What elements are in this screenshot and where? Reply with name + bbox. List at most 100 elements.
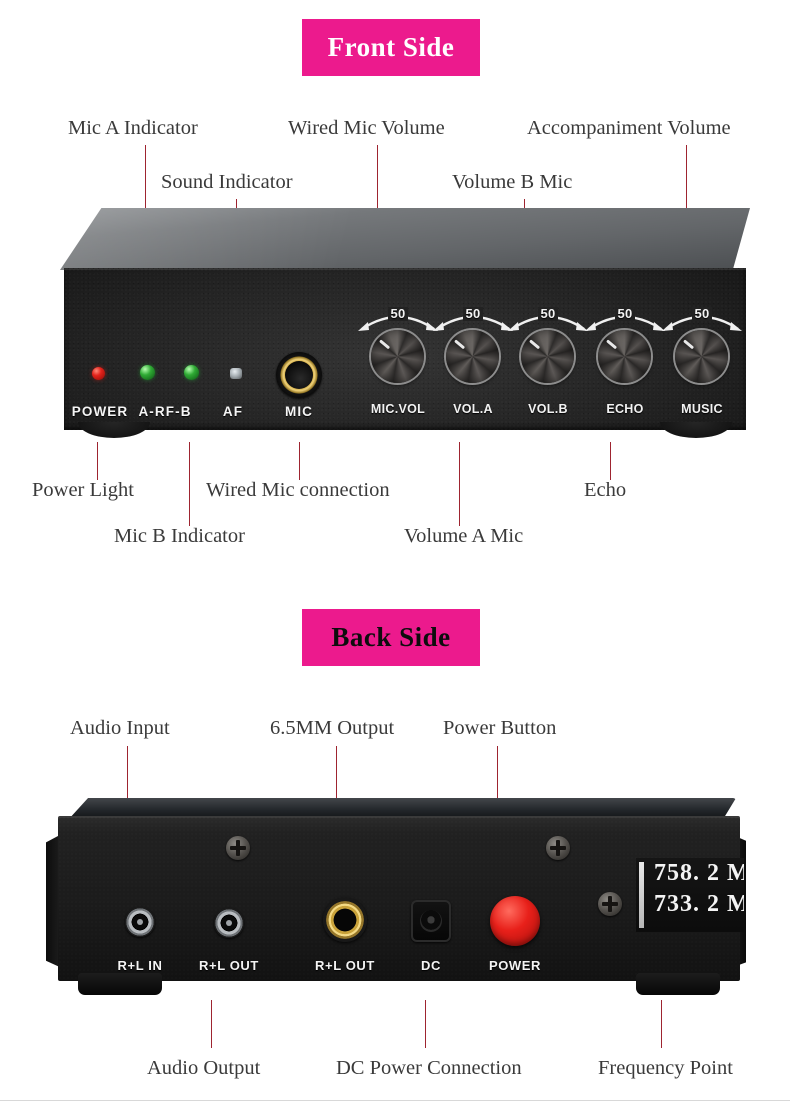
callout-label: Mic A Indicator	[68, 117, 198, 139]
callout-dc-power-connection: DC Power Connection	[336, 1058, 522, 1079]
callout-audio-input: Audio Input	[70, 718, 170, 739]
callout-label: Mic B Indicator	[114, 525, 245, 547]
knob-music[interactable]	[675, 330, 728, 383]
knob-scale-value-echo: 50	[617, 306, 633, 321]
device-foot-left	[78, 422, 150, 438]
callout-mic-b-indicator: Mic B Indicator	[114, 526, 245, 547]
callout-power-button: Power Button	[443, 718, 556, 739]
callout-volume-a-mic: Volume A Mic	[404, 526, 523, 547]
callout-accompaniment-volume: Accompaniment Volume	[527, 118, 731, 139]
rca-input-jack[interactable]	[125, 907, 155, 937]
mic-b-led	[184, 365, 199, 380]
callout-label: Echo	[584, 479, 627, 501]
dc-power-jack[interactable]	[411, 900, 451, 942]
back-label-rl-out-2: R+L OUT	[315, 958, 375, 973]
back-label-power: POWER	[488, 958, 542, 973]
leader-audio-output	[211, 1000, 213, 1048]
back-label-dc: DC	[421, 958, 441, 973]
quarter-inch-output-jack[interactable]	[323, 898, 367, 942]
callout-65mm-output: 6.5MM Output	[270, 718, 394, 739]
chassis-screw-right	[546, 836, 570, 860]
back-side-badge-label: Back Side	[331, 622, 451, 652]
leader-power-light	[97, 442, 99, 480]
frequency-display: 758. 2 M 733. 2 M	[636, 858, 744, 932]
callout-label: Audio Output	[147, 1057, 261, 1079]
knob-pointer	[606, 339, 618, 350]
leader-wired-mic-connection	[299, 442, 301, 480]
callout-label: Volume B Mic	[452, 171, 573, 193]
mic-a-led	[140, 365, 155, 380]
callout-label: DC Power Connection	[336, 1057, 522, 1079]
knob-label-echo: ECHO	[606, 402, 644, 416]
back-side-badge: Back Side	[302, 609, 480, 666]
frequency-display-line-1: 758. 2 M	[654, 860, 744, 886]
display-bezel-strip	[639, 862, 644, 928]
leader-frequency-point	[661, 1000, 663, 1048]
chassis-screw-left	[226, 836, 250, 860]
knob-label-music: MUSIC	[681, 402, 723, 416]
rca-output-jack[interactable]	[214, 908, 244, 938]
power-led	[92, 367, 105, 380]
knob-scale-value-mic-vol: 50	[390, 306, 406, 321]
knob-scale-value-music: 50	[694, 306, 710, 321]
callout-mic-a-indicator: Mic A Indicator	[68, 118, 198, 139]
back-label-rl-out-1: R+L OUT	[199, 958, 259, 973]
callout-power-light: Power Light	[32, 480, 134, 501]
callout-wired-mic-connection: Wired Mic connection	[206, 480, 390, 501]
device-back-foot-right	[636, 973, 720, 995]
callout-label: Wired Mic connection	[206, 479, 390, 501]
callout-label: Accompaniment Volume	[527, 117, 731, 139]
chassis-screw-lower	[598, 892, 622, 916]
knob-label-mic-vol: MIC.VOL	[370, 402, 426, 416]
panel-label-mic: MIC	[284, 404, 314, 419]
callout-wired-mic-volume: Wired Mic Volume	[288, 118, 445, 139]
device-back-surface: R+L IN R+L OUT R+L OUT DC POWER 758. 2 M…	[58, 816, 744, 995]
front-panel-device: POWER A-RF-B AF MIC 50 MIC.VOL 50 VOL.A …	[60, 208, 750, 440]
product-diagram: Front Side Mic A Indicator Sound Indicat…	[0, 0, 790, 1108]
callout-label: Wired Mic Volume	[288, 117, 445, 139]
frequency-display-line-2: 733. 2 M	[654, 891, 744, 917]
knob-pointer	[529, 339, 541, 350]
callout-audio-output: Audio Output	[147, 1058, 260, 1079]
power-button[interactable]	[490, 896, 540, 946]
back-panel-device: R+L IN R+L OUT R+L OUT DC POWER 758. 2 M…	[46, 798, 746, 1010]
knob-pointer	[683, 339, 695, 350]
device-foot-right	[660, 422, 732, 438]
back-label-rl-in: R+L IN	[117, 958, 163, 973]
af-indicator-led	[230, 368, 242, 379]
knob-mic-vol[interactable]	[371, 330, 424, 383]
callout-label: Audio Input	[70, 717, 170, 739]
callout-label: Power Light	[32, 479, 134, 501]
callout-sound-indicator: Sound Indicator	[161, 172, 293, 193]
leader-mic-b-indicator	[189, 442, 191, 526]
knob-vol-a[interactable]	[446, 330, 499, 383]
knob-label-vol-b: VOL.B	[528, 402, 568, 416]
device-back-foot-left	[78, 973, 162, 995]
knob-echo[interactable]	[598, 330, 651, 383]
leader-dc-power-connection	[425, 1000, 427, 1048]
callout-echo: Echo	[584, 480, 626, 501]
callout-frequency-point: Frequency Point	[598, 1058, 733, 1079]
knob-pointer	[454, 339, 466, 350]
leader-echo	[610, 442, 612, 480]
callout-volume-b-mic: Volume B Mic	[452, 172, 572, 193]
front-side-badge-label: Front Side	[327, 32, 455, 62]
panel-label-a-rf-b: A-RF-B	[138, 404, 192, 419]
device-top-surface	[60, 208, 750, 270]
wired-mic-jack[interactable]	[276, 352, 322, 398]
panel-label-af: AF	[222, 404, 244, 419]
callout-label: 6.5MM Output	[270, 717, 395, 739]
callout-label: Volume A Mic	[404, 525, 524, 547]
page-bottom-divider	[0, 1100, 790, 1101]
knob-vol-b[interactable]	[521, 330, 574, 383]
device-front-surface: POWER A-RF-B AF MIC 50 MIC.VOL 50 VOL.A …	[64, 268, 746, 438]
leader-volume-a-mic	[459, 442, 461, 526]
callout-label: Sound Indicator	[161, 171, 293, 193]
front-side-badge: Front Side	[302, 19, 480, 76]
knob-label-vol-a: VOL.A	[453, 402, 493, 416]
knob-pointer	[379, 339, 391, 350]
knob-scale-value-vol-b: 50	[540, 306, 556, 321]
knob-scale-value-vol-a: 50	[465, 306, 481, 321]
callout-label: Frequency Point	[598, 1057, 733, 1079]
callout-label: Power Button	[443, 717, 557, 739]
